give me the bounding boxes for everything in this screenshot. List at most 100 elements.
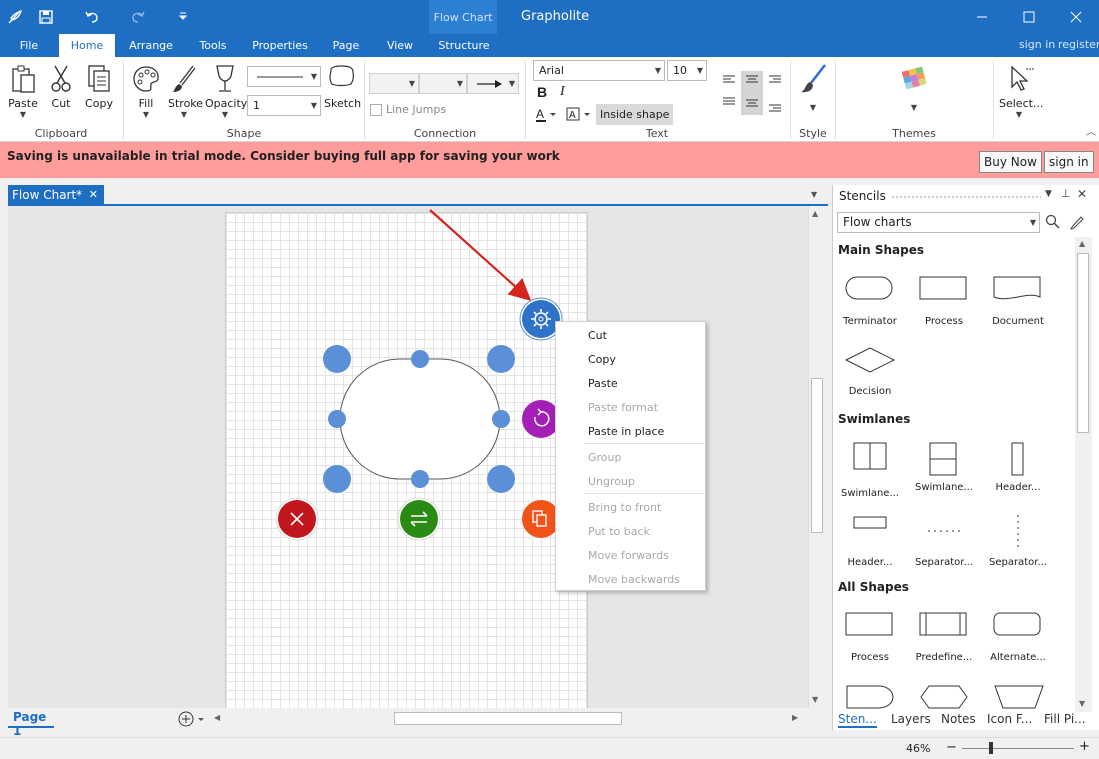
- add-page-button[interactable]: [176, 710, 206, 728]
- minimize-button[interactable]: [959, 0, 1005, 34]
- menu-item-paste-in-place[interactable]: Paste in place: [588, 425, 664, 438]
- tab-tools[interactable]: Tools: [190, 34, 236, 57]
- stencil-terminator[interactable]: Terminator: [834, 273, 906, 327]
- zoom-slider-track[interactable]: [962, 748, 1074, 749]
- fill-button[interactable]: Fill ▼: [130, 63, 162, 119]
- bold-button[interactable]: B: [537, 84, 547, 100]
- stencil-alternate[interactable]: Alternate...: [982, 609, 1054, 663]
- panel-grip[interactable]: [891, 195, 1041, 199]
- menu-item-cut[interactable]: Cut: [588, 329, 607, 342]
- stroke-width-dropdown[interactable]: 1 ▼: [247, 95, 321, 116]
- tab-icon-finder[interactable]: Icon F...: [987, 712, 1032, 726]
- banner-sign-in-button[interactable]: sign in: [1044, 151, 1094, 173]
- delete-action-button[interactable]: [275, 497, 319, 541]
- opacity-button[interactable]: Opacity ▼: [205, 63, 247, 119]
- close-panel-icon[interactable]: ✕: [1077, 187, 1087, 201]
- tab-home[interactable]: Home: [59, 34, 115, 57]
- panel-menu-icon[interactable]: ▼: [1045, 189, 1052, 199]
- sketch-button[interactable]: Sketch: [324, 63, 361, 110]
- stencil-all-process[interactable]: Process: [834, 609, 906, 663]
- pin-icon[interactable]: ⊥: [1061, 187, 1071, 200]
- font-size-dropdown[interactable]: 10 ▼: [667, 60, 707, 81]
- horizontal-scroll-thumb[interactable]: [394, 712, 622, 725]
- copy-button[interactable]: Copy: [84, 63, 114, 110]
- search-icon[interactable]: [1045, 214, 1061, 233]
- scroll-up-icon[interactable]: ▲: [1079, 239, 1085, 248]
- page-tab-1[interactable]: Page 1: [8, 710, 54, 738]
- scroll-down-icon[interactable]: ▼: [812, 695, 818, 704]
- tab-view[interactable]: View: [378, 34, 422, 57]
- register-link[interactable]: register: [1058, 38, 1099, 51]
- stencil-predefined[interactable]: Predefine...: [908, 609, 980, 663]
- tab-layers[interactable]: Layers: [891, 712, 931, 726]
- stencil-header-horizontal[interactable]: Header...: [834, 513, 906, 568]
- paste-button[interactable]: Paste ▼: [6, 63, 40, 119]
- scroll-right-icon[interactable]: ▶: [792, 713, 798, 722]
- scroll-left-icon[interactable]: ◀: [214, 713, 220, 722]
- stencil-document[interactable]: Document: [982, 273, 1054, 327]
- connector-start-dropdown[interactable]: ▼: [369, 73, 419, 94]
- zoom-out-button[interactable]: −: [946, 740, 957, 755]
- menu-item-paste[interactable]: Paste: [588, 377, 618, 390]
- zoom-slider-thumb[interactable]: [989, 742, 993, 754]
- style-button[interactable]: ▼: [796, 63, 830, 112]
- tab-stencils[interactable]: Sten...: [838, 712, 877, 728]
- sign-in-link[interactable]: sign in: [1019, 38, 1055, 51]
- undo-icon[interactable]: [81, 6, 103, 28]
- themes-button[interactable]: ▼: [896, 63, 932, 112]
- tab-arrange[interactable]: Arrange: [122, 34, 180, 57]
- tab-page[interactable]: Page: [322, 34, 370, 57]
- convert-action-button[interactable]: [397, 497, 441, 541]
- scroll-up-icon[interactable]: ▲: [812, 209, 818, 218]
- zoom-in-button[interactable]: +: [1079, 739, 1090, 754]
- stencil-separator-vertical[interactable]: Separator...: [982, 513, 1054, 568]
- stencil-preparation[interactable]: [919, 683, 971, 712]
- stencils-scroll-thumb[interactable]: [1077, 253, 1089, 433]
- line-style-dropdown[interactable]: ▼: [247, 66, 321, 87]
- stencil-separator-horizontal[interactable]: Separator...: [908, 513, 980, 568]
- selected-terminator-shape[interactable]: [339, 358, 501, 480]
- stencil-delay[interactable]: [845, 683, 897, 712]
- inside-shape-button[interactable]: Inside shape: [596, 104, 674, 125]
- save-icon[interactable]: [35, 6, 57, 28]
- tab-properties[interactable]: Properties: [246, 34, 314, 57]
- line-jumps-checkbox[interactable]: [370, 104, 382, 116]
- close-tab-icon[interactable]: ✕: [89, 185, 98, 205]
- connector-end-dropdown[interactable]: ▼: [419, 73, 467, 94]
- redo-icon[interactable]: [127, 6, 149, 28]
- cut-button[interactable]: Cut: [46, 63, 76, 110]
- stencil-swimlane-vertical[interactable]: Swimlane...: [834, 441, 906, 499]
- tab-file[interactable]: File: [8, 34, 50, 57]
- vertical-scrollbar[interactable]: ▲ ▼: [808, 206, 825, 708]
- font-family-dropdown[interactable]: Arial ▼: [533, 60, 665, 81]
- italic-button[interactable]: I: [560, 84, 565, 100]
- stencil-header-vertical[interactable]: Header...: [982, 441, 1054, 493]
- close-window-button[interactable]: [1053, 0, 1099, 34]
- tab-overflow-icon[interactable]: ▼: [811, 190, 817, 199]
- tab-fill-picker[interactable]: Fill Pi...: [1044, 712, 1086, 726]
- edit-pencil-icon[interactable]: [1069, 214, 1085, 233]
- buy-now-button[interactable]: Buy Now: [979, 151, 1042, 173]
- menu-item-copy[interactable]: Copy: [588, 353, 616, 366]
- horizontal-scrollbar[interactable]: ◀ ▶: [210, 710, 806, 727]
- connection-group-label: Connection: [413, 127, 477, 140]
- stencil-decision[interactable]: Decision: [834, 345, 906, 397]
- text-box-button[interactable]: A: [565, 106, 593, 124]
- vertical-scroll-thumb[interactable]: [811, 378, 823, 533]
- stencils-scrollbar[interactable]: ▲ ▼: [1075, 237, 1092, 712]
- document-tab[interactable]: Flow Chart* ✕: [8, 185, 104, 205]
- select-button[interactable]: Select... ▼: [999, 63, 1043, 119]
- connector-type-dropdown[interactable]: ▼: [467, 73, 519, 94]
- customize-toolbar-icon[interactable]: [172, 6, 194, 28]
- font-color-button[interactable]: A: [535, 106, 559, 124]
- scroll-down-icon[interactable]: ▼: [1079, 699, 1085, 708]
- tab-structure[interactable]: Structure: [433, 34, 495, 57]
- stroke-button[interactable]: Stroke ▼: [168, 63, 203, 119]
- maximize-button[interactable]: [1006, 0, 1052, 34]
- stencil-process[interactable]: Process: [908, 273, 980, 327]
- stencil-swimlane-horizontal[interactable]: Swimlane...: [908, 441, 980, 493]
- tab-notes[interactable]: Notes: [941, 712, 976, 726]
- collapse-ribbon-icon[interactable]: ︿: [1086, 123, 1096, 138]
- stencil-manual-operation[interactable]: [993, 683, 1045, 712]
- stencil-library-dropdown[interactable]: Flow charts ▼: [837, 212, 1040, 233]
